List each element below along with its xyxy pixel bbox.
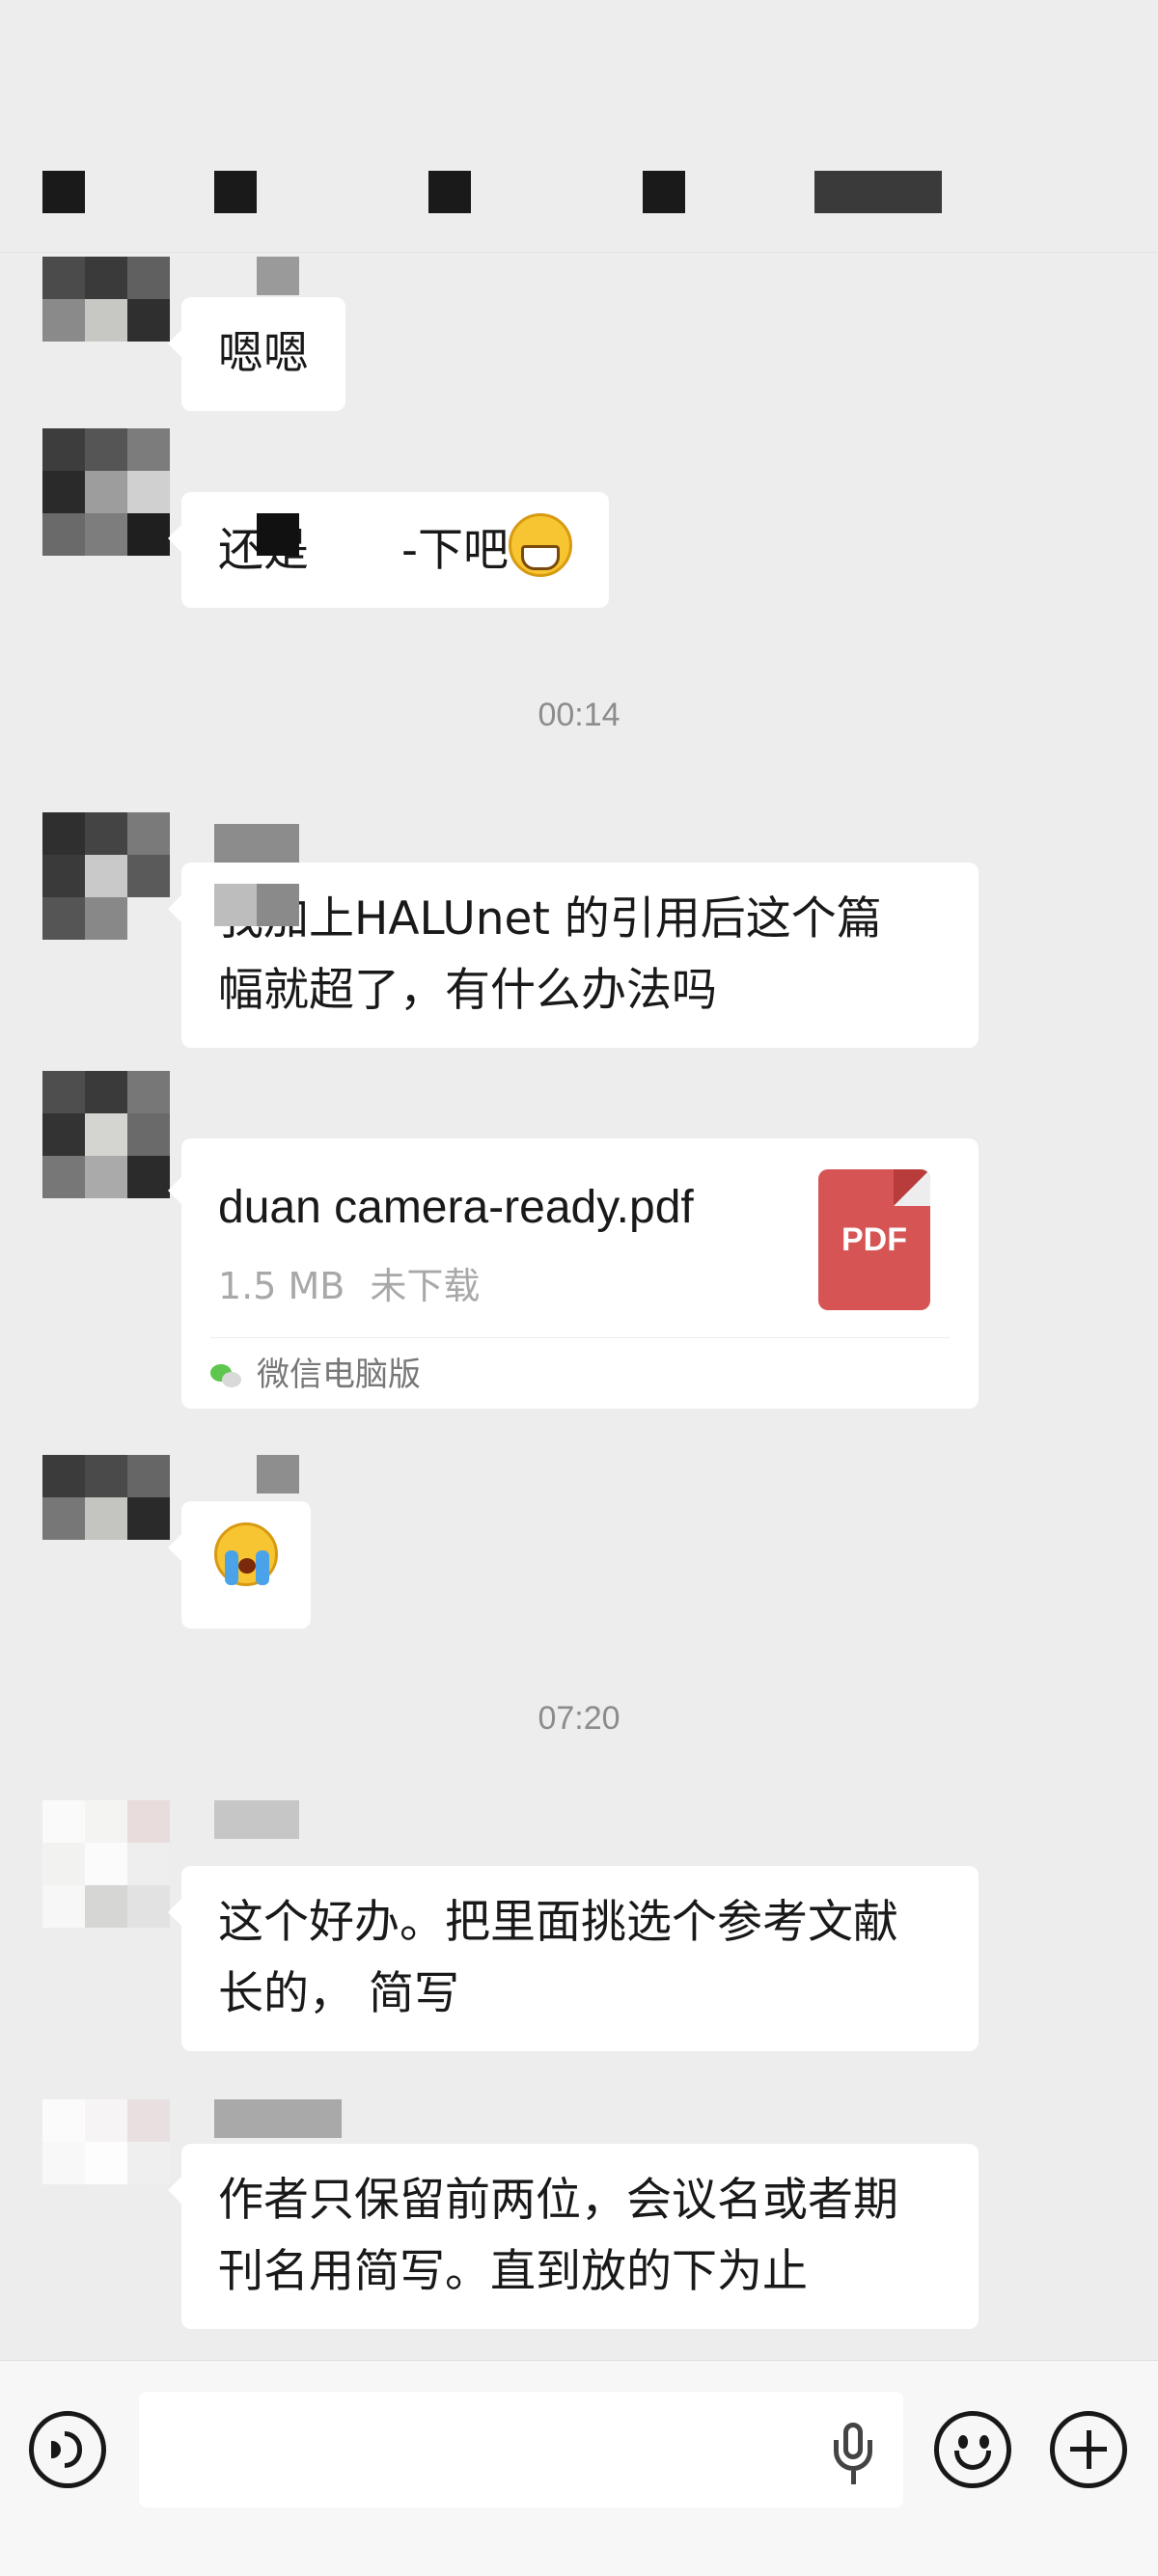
message-bubble[interactable]: 这个好办。把里面挑选个参考文献 长的， 简写	[168, 1866, 979, 2051]
wechat-icon	[210, 1362, 243, 1389]
message-text-line: 我加上HALUnet 的引用后这个篇	[218, 892, 882, 945]
message-text-line: 幅就超了，有什么办法吗	[218, 964, 717, 1017]
avatar[interactable]	[42, 1800, 170, 1928]
file-meta: 1.5 MB 未下载	[218, 1256, 480, 1309]
voice-icon[interactable]	[29, 2411, 106, 2488]
redacted-block	[257, 513, 299, 556]
emoji-icon[interactable]	[934, 2411, 1011, 2488]
loudly-crying-face-emoji-icon	[214, 1522, 278, 1586]
redacted-block	[257, 884, 299, 926]
avatar[interactable]	[42, 257, 170, 384]
avatar[interactable]	[42, 428, 170, 556]
timestamp: 00:14	[538, 697, 620, 733]
message-input[interactable]	[139, 2392, 903, 2507]
redacted-title-block	[814, 171, 942, 213]
redacted-title-block	[428, 171, 471, 213]
avatar[interactable]	[42, 2099, 170, 2227]
redacted-block	[214, 884, 257, 926]
file-message-card[interactable]: duan camera-ready.pdf 1.5 MB 未下载 PDF 微信电脑…	[168, 1138, 979, 1409]
file-status: 未下载	[370, 1265, 481, 1307]
chat-header	[0, 0, 1158, 253]
avatar[interactable]	[42, 812, 170, 940]
grinning-face-emoji-icon	[508, 513, 572, 577]
message-bubble[interactable]: 嗯嗯	[168, 297, 345, 411]
redacted-title-block	[42, 171, 85, 213]
file-source: 微信电脑版	[210, 1351, 421, 1399]
message-text-part: -下吧	[401, 524, 509, 577]
timestamp: 07:20	[538, 1700, 620, 1737]
plus-icon[interactable]	[1050, 2411, 1127, 2488]
file-source-label: 微信电脑版	[257, 1356, 421, 1394]
chat-screen: 嗯嗯 还是-下吧 00:14	[0, 0, 1158, 2576]
message-text-line: 长的， 简写	[218, 1967, 459, 2020]
message-text-line: 这个好办。把里面挑选个参考文献	[218, 1896, 898, 1949]
message-text-line: 刊名用简写。直到放的下为止	[218, 2245, 808, 2298]
file-size: 1.5 MB	[218, 1265, 345, 1307]
avatar[interactable]	[42, 1071, 170, 1198]
message-text-line: 作者只保留前两位，会议名或者期	[218, 2174, 898, 2227]
message-bubble[interactable]: 还是-下吧	[168, 492, 609, 608]
pdf-file-icon: PDF	[818, 1169, 930, 1310]
redacted-title-block	[214, 171, 257, 213]
message-bubble[interactable]	[168, 1501, 311, 1629]
message-bubble[interactable]: 作者只保留前两位，会议名或者期 刊名用简写。直到放的下为止	[168, 2144, 979, 2329]
file-name: duan camera-ready.pdf	[218, 1182, 694, 1233]
message-text: 嗯嗯	[218, 327, 309, 380]
microphone-icon[interactable]	[832, 2423, 874, 2486]
input-bar	[0, 2360, 1158, 2576]
redacted-title-block	[643, 171, 685, 213]
message-bubble[interactable]: 我加上HALUnet 的引用后这个篇 幅就超了，有什么办法吗	[168, 863, 979, 1048]
avatar[interactable]	[42, 1455, 170, 1582]
